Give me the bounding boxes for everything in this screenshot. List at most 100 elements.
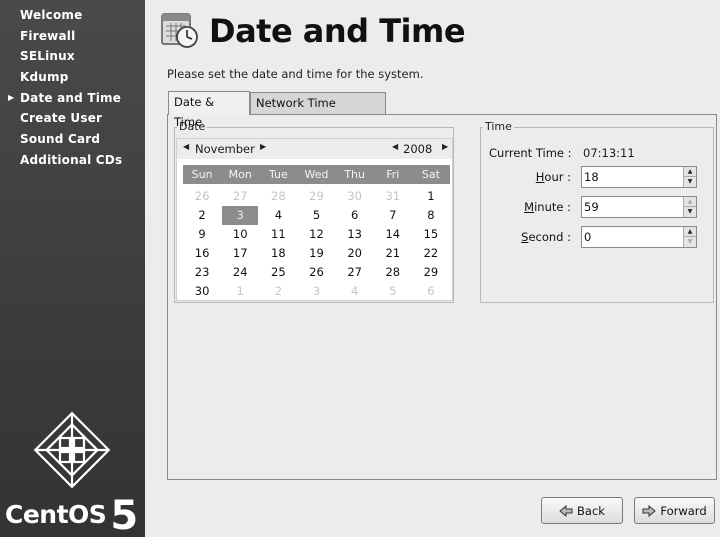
- sidebar: Welcome Firewall SELinux Kdump ▶ Date and…: [0, 0, 145, 537]
- calendar-day[interactable]: 17: [221, 244, 259, 263]
- date-frame: Date ◀ November ▶ ◀ 2008 ▶ SunMonTueWedT…: [174, 120, 454, 303]
- calendar-day[interactable]: 30: [336, 187, 374, 206]
- second-label-rest: econd :: [528, 230, 571, 244]
- sidebar-item-label: Sound Card: [20, 132, 101, 147]
- weekday-header: Sat: [421, 168, 440, 181]
- hour-down-icon[interactable]: ▼: [684, 177, 696, 187]
- minute-spinbox[interactable]: ▲▼: [581, 196, 697, 218]
- calendar-day[interactable]: 13: [336, 225, 374, 244]
- calendar-day[interactable]: 11: [259, 225, 297, 244]
- instruction-text: Please set the date and time for the sys…: [167, 67, 424, 81]
- prev-month-icon[interactable]: ◀: [183, 142, 189, 151]
- sidebar-steps: Welcome Firewall SELinux Kdump ▶ Date and…: [0, 5, 145, 171]
- minute-down-icon[interactable]: ▼: [684, 207, 696, 217]
- calendar-day[interactable]: 10: [221, 225, 259, 244]
- hour-input[interactable]: [584, 169, 682, 185]
- calendar-day[interactable]: 22: [412, 244, 450, 263]
- minute-input[interactable]: [584, 199, 682, 215]
- calendar-day[interactable]: 2: [183, 206, 221, 225]
- calendar-day[interactable]: 3: [297, 282, 335, 301]
- current-time-label: Current Time :: [489, 146, 572, 160]
- calendar-day-selected[interactable]: 3: [222, 206, 259, 225]
- calendar-day[interactable]: 29: [412, 263, 450, 282]
- weekday-header: Fri: [386, 168, 400, 181]
- calendar-month: November: [195, 142, 255, 156]
- sidebar-item-kdump: Kdump: [0, 67, 145, 88]
- calendar-day[interactable]: 6: [336, 206, 374, 225]
- sidebar-item-firewall: Firewall: [0, 26, 145, 47]
- second-up-icon[interactable]: ▲: [684, 227, 696, 237]
- calendar-day[interactable]: 24: [221, 263, 259, 282]
- weekday-header: Sun: [191, 168, 213, 181]
- calendar-day[interactable]: 27: [221, 187, 259, 206]
- minute-label-rest: inute :: [534, 200, 571, 214]
- calendar-day[interactable]: 12: [297, 225, 335, 244]
- calendar-day[interactable]: 27: [336, 263, 374, 282]
- calendar-day[interactable]: 1: [221, 282, 259, 301]
- calendar-day[interactable]: 5: [297, 206, 335, 225]
- calendar-day[interactable]: 26: [297, 263, 335, 282]
- calendar-day[interactable]: 4: [259, 206, 297, 225]
- calendar-day[interactable]: 30: [183, 282, 221, 301]
- calendar-day[interactable]: 23: [183, 263, 221, 282]
- calendar-day[interactable]: 28: [259, 187, 297, 206]
- sidebar-item-date-and-time: ▶ Date and Time: [0, 88, 145, 109]
- calendar-day[interactable]: 20: [336, 244, 374, 263]
- calendar-day[interactable]: 15: [412, 225, 450, 244]
- calendar-day[interactable]: 21: [374, 244, 412, 263]
- calendar-day[interactable]: 31: [374, 187, 412, 206]
- second-label: Second :: [521, 230, 571, 244]
- calendar-header: ◀ November ▶ ◀ 2008 ▶: [177, 139, 452, 159]
- sidebar-item-label: Welcome: [20, 8, 83, 22]
- calendar-day[interactable]: 5: [374, 282, 412, 301]
- sidebar-item-welcome: Welcome: [0, 5, 145, 26]
- back-arrow-icon: [559, 504, 573, 517]
- calendar-day[interactable]: 29: [297, 187, 335, 206]
- tab-network-time-protocol[interactable]: Network Time Protocol: [250, 92, 386, 130]
- calendar-day[interactable]: 1: [412, 187, 450, 206]
- tab-date-time[interactable]: Date & Time: [168, 91, 250, 129]
- logo-word: CentOS: [5, 500, 107, 529]
- sidebar-item-create-user: Create User: [0, 108, 145, 129]
- sidebar-item-label: Firewall: [20, 28, 76, 43]
- sidebar-item-label: SELinux: [20, 49, 75, 64]
- prev-year-icon[interactable]: ◀: [392, 142, 398, 151]
- calendar-day[interactable]: 7: [374, 206, 412, 225]
- weekday-header: Thu: [344, 168, 365, 181]
- second-spinbox[interactable]: ▲▼: [581, 226, 697, 248]
- forward-arrow-icon: [642, 504, 657, 517]
- second-down-icon[interactable]: ▼: [684, 237, 696, 247]
- calendar-day-grid: 26 27 28 29 30 31 1 2 3 4 5 6 7 8 9 10 11 12 13 14 15 16 17 18 1…: [183, 187, 450, 301]
- minute-label: Minute :: [524, 200, 571, 214]
- calendar-day[interactable]: 8: [412, 206, 450, 225]
- calendar-day[interactable]: 2: [259, 282, 297, 301]
- calendar-day[interactable]: 9: [183, 225, 221, 244]
- weekday-header: Wed: [304, 168, 329, 181]
- next-year-icon[interactable]: ▶: [442, 142, 448, 151]
- forward-button[interactable]: Forward: [634, 497, 715, 524]
- time-frame: Time Current Time : 07:13:11 Hour : ▲▼ M…: [480, 120, 714, 303]
- calendar-day[interactable]: 28: [374, 263, 412, 282]
- calendar-day[interactable]: 19: [297, 244, 335, 263]
- hour-spinbox[interactable]: ▲▼: [581, 166, 697, 188]
- calendar-weekday-bar: Sun Mon Tue Wed Thu Fri Sat: [183, 165, 450, 184]
- logo-version: 5: [110, 493, 138, 537]
- second-input[interactable]: [584, 229, 682, 245]
- calendar-day[interactable]: 26: [183, 187, 221, 206]
- calendar-day[interactable]: 18: [259, 244, 297, 263]
- minute-up-icon[interactable]: ▲: [684, 197, 696, 207]
- calendar-day[interactable]: 14: [374, 225, 412, 244]
- next-month-icon[interactable]: ▶: [260, 142, 266, 151]
- centos-logo-text: CentOS 5: [5, 487, 138, 537]
- time-frame-label: Time: [483, 120, 514, 133]
- back-button-label: Back: [577, 503, 605, 518]
- calendar-day[interactable]: 4: [336, 282, 374, 301]
- back-button[interactable]: Back: [541, 497, 623, 524]
- calendar-day[interactable]: 25: [259, 263, 297, 282]
- calendar-day[interactable]: 16: [183, 244, 221, 263]
- sidebar-item-additional-cds: Additional CDs: [0, 150, 145, 171]
- current-step-arrow-icon: ▶: [8, 92, 15, 102]
- calendar-day[interactable]: 6: [412, 282, 450, 301]
- sidebar-item-sound-card: Sound Card: [0, 129, 145, 150]
- hour-up-icon[interactable]: ▲: [684, 167, 696, 177]
